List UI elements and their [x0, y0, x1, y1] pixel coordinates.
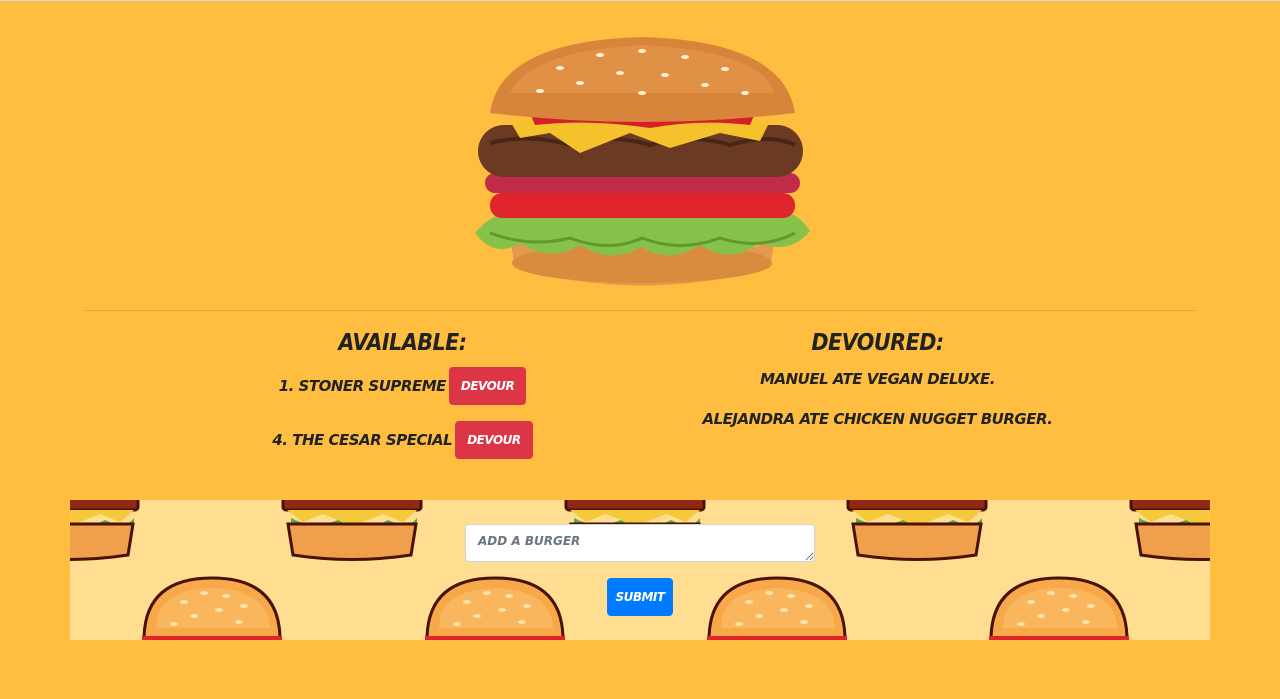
submit-button[interactable]: SUBMIT: [607, 578, 673, 616]
devour-button[interactable]: DEVOUR: [448, 367, 527, 405]
section-divider: [85, 310, 1195, 311]
devoured-column: DEVOURED: MANUEL ATE VEGAN DELUXE. ALEJA…: [600, 323, 1155, 439]
devoured-heading: DEVOURED:: [811, 330, 944, 356]
add-burger-form: SUBMIT: [70, 500, 1210, 640]
burger-name: 4. THE CESAR SPECIAL: [272, 431, 453, 449]
burger-pattern-background: [70, 500, 1210, 640]
burger-name: 1. STONER SUPREME: [278, 377, 447, 395]
available-item: 1. STONER SUPREME DEVOUR: [125, 367, 680, 405]
available-item: 4. THE CESAR SPECIAL DEVOUR: [125, 421, 680, 459]
available-heading: AVAILABLE:: [338, 330, 467, 356]
add-burger-input[interactable]: [465, 524, 815, 562]
devoured-item: MANUEL ATE VEGAN DELUXE.: [760, 370, 995, 388]
devour-button[interactable]: DEVOUR: [455, 421, 533, 459]
devoured-item: ALEJANDRA ATE CHICKEN NUGGET BURGER.: [702, 410, 1053, 428]
hero-burger-image: [475, 37, 810, 286]
available-column: AVAILABLE: 1. STONER SUPREME DEVOUR 4. T…: [125, 323, 680, 475]
